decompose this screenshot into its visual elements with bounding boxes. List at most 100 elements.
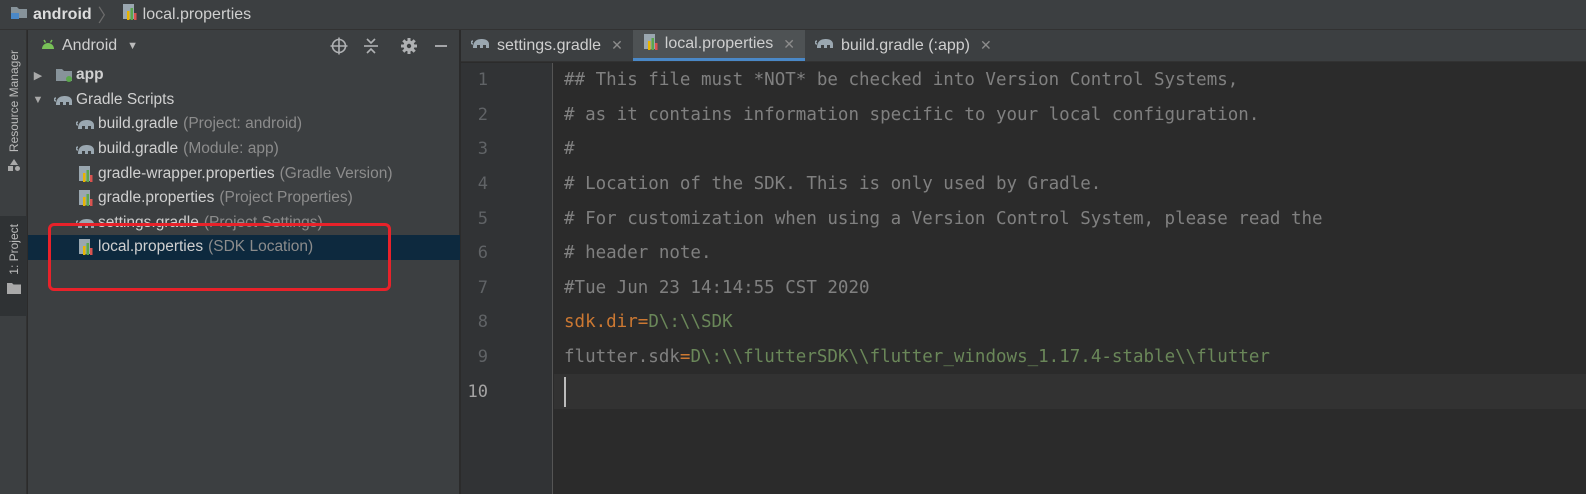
breadcrumb-file[interactable]: local.properties bbox=[122, 3, 252, 26]
code-token: flutter.sdk bbox=[564, 347, 680, 368]
project-view-selector[interactable]: Android ▼ bbox=[40, 37, 138, 55]
code-line[interactable]: #Tue Jun 23 14:14:55 CST 2020 bbox=[554, 271, 1586, 306]
folder-icon bbox=[6, 281, 21, 299]
code-token: # Location of the SDK. This is only used… bbox=[564, 174, 1102, 195]
code-line[interactable]: sdk.dir = D\:\\SDK bbox=[554, 305, 1586, 340]
gradle-elephant-icon bbox=[76, 140, 96, 158]
code-line[interactable]: # as it contains information specific to… bbox=[554, 98, 1586, 133]
left-tool-strip: Resource Manager 1: Project bbox=[0, 30, 27, 494]
line-number: 9 bbox=[477, 347, 488, 368]
tree-item[interactable]: settings.gradle (Project Settings) bbox=[28, 211, 460, 236]
close-icon[interactable]: ✕ bbox=[611, 37, 623, 54]
close-icon[interactable]: ✕ bbox=[980, 37, 992, 54]
properties-file-icon bbox=[643, 33, 659, 56]
code-token: D\:\\flutterSDK\\flutter_windows_1.17.4-… bbox=[690, 347, 1270, 368]
code-token: # bbox=[564, 139, 575, 160]
gradle-elephant-icon bbox=[814, 36, 835, 55]
tree-item[interactable]: build.gradle (Module: app) bbox=[28, 137, 460, 162]
panel-toolbar bbox=[329, 36, 459, 56]
project-panel-header: Android ▼ bbox=[28, 30, 459, 62]
line-number-gutter: 1 2 3 4 5 6 7 8 9 10 bbox=[461, 63, 553, 494]
editor-tab-label: local.properties bbox=[664, 35, 774, 52]
project-tool-tab[interactable]: 1: Project bbox=[0, 216, 27, 316]
text-caret bbox=[564, 376, 566, 407]
editor-tab[interactable]: build.gradle (:app) ✕ bbox=[805, 30, 1002, 61]
expanded-arrow-icon[interactable]: ▼ bbox=[32, 94, 44, 106]
project-folder-icon bbox=[10, 4, 28, 25]
gear-icon[interactable] bbox=[399, 36, 419, 56]
tree-item-hint: (Gradle Version) bbox=[279, 164, 393, 182]
gradle-elephant-icon bbox=[54, 91, 74, 109]
editor-tab[interactable]: local.properties ✕ bbox=[632, 30, 806, 61]
code-token: = bbox=[637, 312, 649, 333]
line-number: 2 bbox=[477, 104, 488, 125]
tree-item-hint: (Project: android) bbox=[183, 115, 303, 133]
tree-item-name: gradle.properties bbox=[98, 189, 215, 207]
resource-manager-tab[interactable]: Resource Manager bbox=[0, 50, 27, 176]
code-line[interactable]: # Location of the SDK. This is only used… bbox=[554, 167, 1586, 202]
code-area[interactable]: ## This file must *NOT* be checked into … bbox=[554, 63, 1586, 494]
tree-item[interactable]: build.gradle (Project: android) bbox=[28, 112, 460, 137]
line-number: 5 bbox=[477, 208, 488, 229]
project-view-label: Android bbox=[62, 37, 118, 54]
tree-item[interactable]: ▶ app bbox=[28, 63, 460, 88]
line-number: 8 bbox=[477, 312, 488, 333]
editor-area: settings.gradle ✕ local.properties ✕ build.g… bbox=[461, 30, 1586, 494]
gradle-elephant-icon bbox=[76, 214, 96, 232]
code-line[interactable]: # bbox=[554, 132, 1586, 167]
editor-tab[interactable]: settings.gradle ✕ bbox=[461, 30, 633, 61]
code-token: ## This file must *NOT* be checked into … bbox=[564, 70, 1239, 91]
tree-item[interactable]: local.properties (SDK Location) bbox=[28, 235, 460, 260]
code-token: D\:\\SDK bbox=[648, 312, 733, 333]
breadcrumb-separator: 〉 bbox=[97, 5, 116, 26]
tree-item-name: local.properties bbox=[98, 238, 204, 256]
line-number: 1 bbox=[477, 70, 488, 91]
tree-item-name: build.gradle bbox=[98, 115, 179, 133]
code-token: sdk.dir bbox=[564, 312, 638, 333]
hide-panel-icon[interactable] bbox=[431, 36, 451, 56]
tree-item[interactable]: gradle-wrapper.properties (Gradle Version… bbox=[28, 161, 460, 186]
resource-manager-icon bbox=[7, 158, 21, 176]
code-token: # as it contains information specific to… bbox=[564, 104, 1260, 125]
line-number: 6 bbox=[477, 243, 488, 264]
code-line[interactable]: # header note. bbox=[554, 236, 1586, 271]
tree-item[interactable]: ▼ Gradle Scripts bbox=[28, 88, 460, 113]
collapse-all-icon[interactable] bbox=[361, 36, 381, 56]
code-line[interactable]: ## This file must *NOT* be checked into … bbox=[554, 63, 1586, 98]
code-line[interactable] bbox=[554, 374, 1586, 409]
code-token: = bbox=[679, 347, 691, 368]
dropdown-arrow-icon: ▼ bbox=[127, 40, 139, 52]
navigation-breadcrumb: android 〉 local.properties bbox=[0, 0, 1586, 30]
properties-file-icon bbox=[76, 165, 96, 183]
editor-tab-bar: settings.gradle ✕ local.properties ✕ build.g… bbox=[461, 30, 1586, 62]
breadcrumb-file-label: local.properties bbox=[142, 5, 252, 23]
gradle-elephant-icon bbox=[470, 36, 491, 55]
editor-tab-label: build.gradle (:app) bbox=[841, 36, 970, 54]
locate-file-icon[interactable] bbox=[329, 36, 349, 56]
tree-item-hint: (Project Properties) bbox=[219, 189, 353, 207]
line-number: 7 bbox=[477, 277, 488, 298]
breadcrumb-root[interactable]: android bbox=[10, 4, 92, 25]
line-number: 3 bbox=[477, 139, 488, 160]
tree-item-hint: (SDK Location) bbox=[208, 238, 314, 256]
code-line[interactable]: flutter.sdk = D\:\\flutterSDK\\flutter_win… bbox=[554, 340, 1586, 375]
collapsed-arrow-icon[interactable]: ▶ bbox=[32, 69, 44, 82]
module-folder-icon bbox=[54, 66, 74, 84]
tree-item[interactable]: gradle.properties (Project Properties) bbox=[28, 186, 460, 211]
properties-file-icon bbox=[76, 238, 96, 256]
project-panel: Android ▼ ▶ app ▼ Gradle Scripts build.gradl… bbox=[28, 30, 460, 494]
tree-item-hint: (Module: app) bbox=[183, 140, 279, 158]
code-token: # For customization when using a Version… bbox=[564, 208, 1323, 229]
line-number: 4 bbox=[477, 174, 488, 195]
code-token: # header note. bbox=[564, 243, 712, 264]
tree-item-name: Gradle Scripts bbox=[76, 90, 175, 108]
close-icon[interactable]: ✕ bbox=[783, 36, 795, 53]
tree-item-hint: (Project Settings) bbox=[203, 213, 323, 231]
properties-file-icon bbox=[122, 3, 138, 26]
gradle-elephant-icon bbox=[76, 115, 96, 133]
tree-item-name: app bbox=[76, 66, 104, 84]
breadcrumb-root-label: android bbox=[33, 5, 92, 23]
tree-item-name: build.gradle bbox=[98, 140, 179, 158]
tree-item-name: gradle-wrapper.properties bbox=[98, 164, 275, 182]
code-line[interactable]: # For customization when using a Version… bbox=[554, 201, 1586, 236]
